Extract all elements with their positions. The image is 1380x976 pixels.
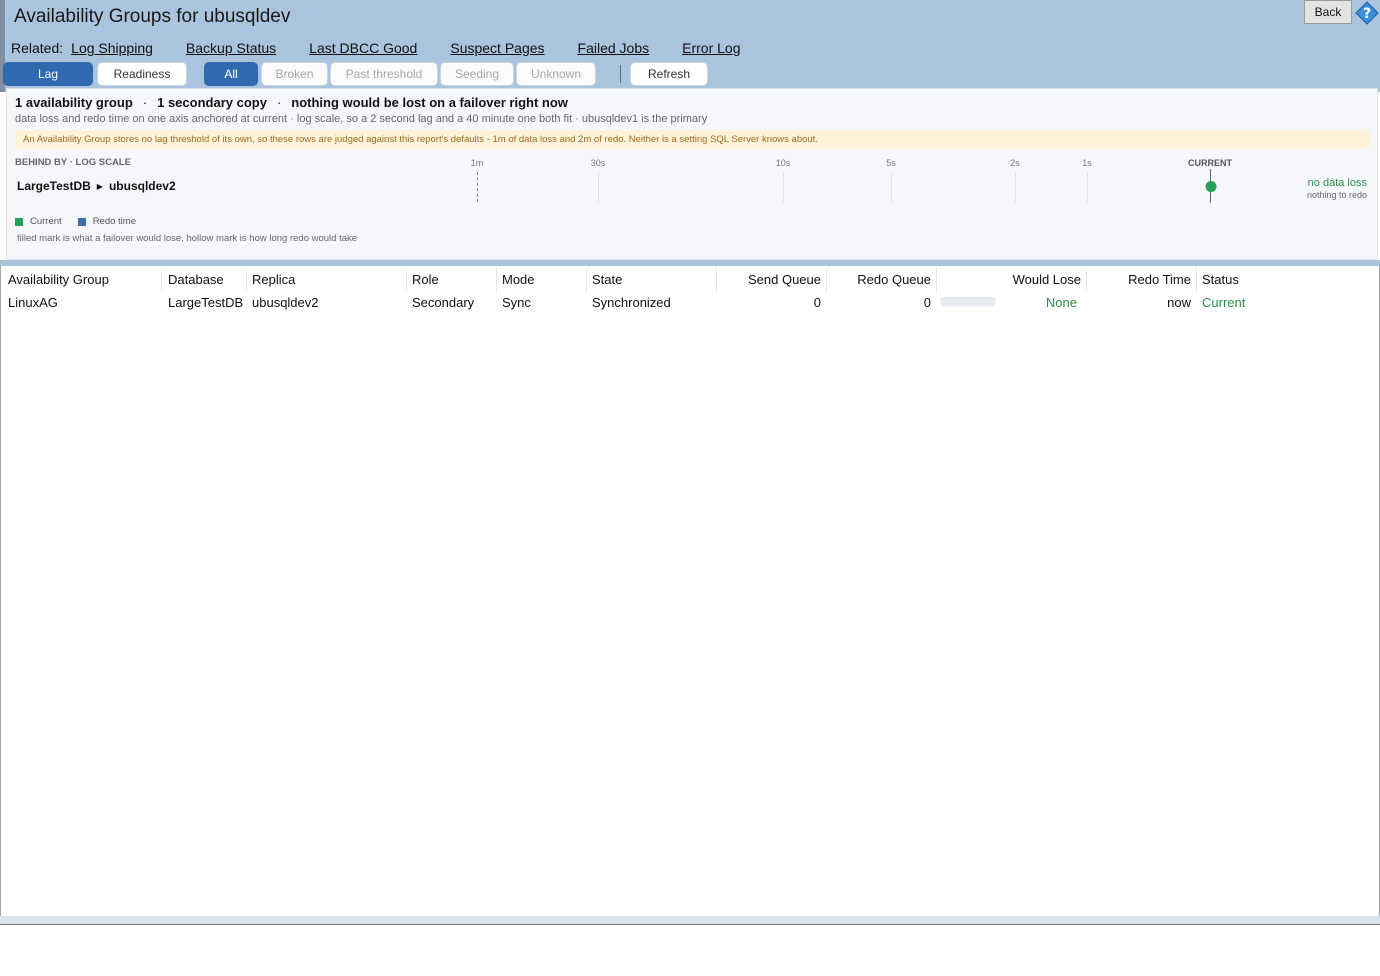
col-header-database[interactable]: Database (168, 272, 224, 290)
col-header-redo-time[interactable]: Redo Time (1087, 272, 1191, 290)
lag-row-redo: nothing to redo (1306, 190, 1367, 200)
related-links: Related: Log Shipping Backup Status Last… (11, 38, 773, 58)
tick-line-1s (1087, 172, 1088, 202)
lag-row-database: LargeTestDB (17, 179, 91, 193)
summary-headline: 1 availability group · 1 secondary copy · no… (15, 95, 568, 110)
current-marker (1205, 181, 1217, 192)
page-title: Availability Groups for ubusqldev (14, 6, 291, 27)
tick-line-2s (1015, 172, 1016, 202)
col-header-mode[interactable]: Mode (502, 272, 535, 290)
legend-label-redo: Redo time (92, 216, 136, 227)
tick-label-5s: 5s (886, 158, 896, 168)
legend-swatch-redo (77, 217, 86, 226)
cell-would-lose: None (1045, 295, 1077, 310)
view-lag-button[interactable]: Lag (3, 62, 93, 86)
cell-role: Secondary (412, 295, 475, 310)
tick-line-1m (477, 172, 478, 202)
headline-copies: 1 secondary copy (157, 95, 267, 110)
col-header-redo-queue[interactable]: Redo Queue (827, 272, 931, 290)
cell-replica: ubusqldev2 (252, 295, 319, 310)
col-divider (936, 268, 937, 292)
link-backup-status[interactable]: Backup Status (186, 40, 276, 56)
col-header-availability-group[interactable]: Availability Group (8, 272, 109, 290)
col-header-replica[interactable]: Replica (252, 272, 295, 290)
link-log-shipping[interactable]: Log Shipping (71, 40, 153, 56)
col-divider (1196, 268, 1197, 292)
col-divider (406, 268, 407, 292)
link-failed-jobs[interactable]: Failed Jobs (578, 40, 650, 56)
cell-send-queue: 0 (813, 295, 821, 310)
filter-all-button[interactable]: All (204, 62, 258, 86)
summary-subtitle: data loss and redo time on one axis anch… (15, 113, 708, 125)
lag-row-replica: ubusqldev2 (108, 179, 176, 193)
link-suspect-pages[interactable]: Suspect Pages (450, 40, 544, 56)
lag-row-loss: no data loss (1307, 177, 1367, 189)
link-error-log[interactable]: Error Log (682, 40, 740, 56)
filter-seeding-button[interactable]: Seeding (440, 62, 514, 86)
legend-note: filled mark is what a failover would los… (17, 233, 358, 244)
summary-panel: 1 availability group · 1 secondary copy · no… (6, 88, 1378, 260)
filter-past-threshold-button[interactable]: Past threshold (330, 62, 438, 86)
legend-swatch-current (15, 217, 23, 226)
col-header-would-lose[interactable]: Would Lose (987, 272, 1081, 290)
lag-row-label: LargeTestDB ▶ ubusqldev2 (17, 179, 176, 193)
cell-mode: Sync (502, 295, 531, 310)
col-divider (496, 268, 497, 292)
cell-state: Synchronized (592, 295, 671, 310)
filter-broken-button[interactable]: Broken (261, 62, 328, 86)
cell-redo-queue: 0 (923, 295, 931, 310)
col-header-status[interactable]: Status (1202, 272, 1239, 290)
col-header-role[interactable]: Role (412, 272, 439, 290)
col-divider (161, 268, 162, 292)
svg-text:?: ? (1363, 6, 1371, 22)
axis-header: BEHIND BY · LOG SCALE (15, 157, 131, 168)
col-header-gauge[interactable] (941, 272, 991, 290)
tick-line-5s (891, 172, 892, 202)
view-readiness-button[interactable]: Readiness (97, 62, 187, 86)
headline-separator: · (276, 95, 282, 110)
col-header-state[interactable]: State (592, 272, 622, 290)
col-header-send-queue[interactable]: Send Queue (717, 272, 821, 290)
legend-label-current: Current (30, 216, 62, 227)
cell-group: LinuxAG (8, 295, 58, 310)
headline-loss: nothing would be lost on a failover righ… (291, 95, 568, 110)
tick-label-10s: 10s (775, 158, 791, 168)
headline-separator: · (142, 95, 148, 110)
tick-label-2s: 2s (1010, 158, 1020, 168)
legend-current: Current (15, 216, 62, 227)
tick-line-10s (783, 172, 784, 202)
ag-table: Availability Group Database Replica Role… (0, 266, 1380, 916)
help-icon[interactable]: ? (1355, 1, 1379, 25)
threshold-note: An Availability Group stores no lag thre… (15, 130, 1370, 149)
tick-label-1m: 1m (470, 158, 484, 168)
tick-line-30s (598, 172, 599, 202)
arrow-right-icon: ▶ (96, 182, 103, 191)
headline-groups: 1 availability group (15, 95, 133, 110)
tick-label-1s: 1s (1082, 158, 1092, 168)
filter-unknown-button[interactable]: Unknown (516, 62, 596, 86)
legend-redo: Redo time (77, 216, 136, 227)
window-bottom-border (0, 924, 1380, 925)
refresh-button[interactable]: Refresh (630, 62, 708, 86)
link-last-dbcc-good[interactable]: Last DBCC Good (309, 40, 417, 56)
legend: Current Redo time (15, 216, 152, 227)
tick-label-current: CURRENT (1188, 158, 1232, 168)
toolbar-divider (620, 65, 621, 83)
back-button[interactable]: Back (1304, 0, 1352, 24)
col-divider (586, 268, 587, 292)
related-label: Related: (11, 40, 64, 56)
cell-status: Current (1202, 295, 1246, 310)
col-divider (246, 268, 247, 292)
tick-label-30s: 30s (590, 158, 606, 168)
cell-database: LargeTestDB (168, 295, 244, 310)
grid-bottom-strip (0, 916, 1380, 924)
cell-redo-time: now (1167, 295, 1191, 310)
